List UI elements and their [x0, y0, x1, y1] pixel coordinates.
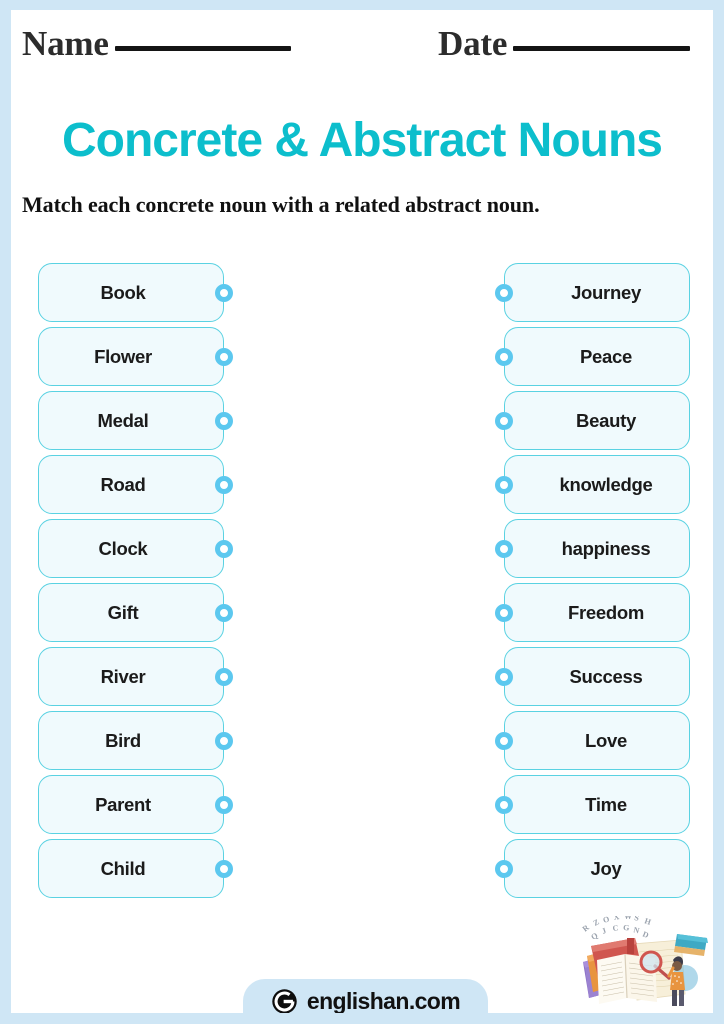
connector-dot-icon[interactable]	[215, 795, 233, 814]
concrete-noun-item[interactable]: Book	[38, 263, 233, 322]
svg-text:H: H	[643, 916, 652, 927]
pill-label: River	[100, 665, 146, 687]
pill-label: Success	[569, 665, 643, 687]
abstract-noun-item[interactable]: knowledge	[495, 455, 690, 514]
svg-text:D: D	[641, 930, 650, 941]
pill-label: happiness	[561, 537, 651, 559]
worksheet-instructions: Match each concrete noun with a related …	[22, 192, 540, 217]
abstract-nouns-column: Journey Peace Beauty knowledge happiness	[495, 263, 690, 898]
abstract-noun-item[interactable]: Joy	[495, 839, 690, 898]
connector-dot-icon[interactable]	[495, 795, 513, 814]
svg-text:Z: Z	[592, 917, 601, 927]
svg-text:X: X	[613, 916, 620, 922]
connector-dot-icon[interactable]	[495, 283, 513, 302]
worksheet-title: Concrete & Abstract Nouns	[62, 114, 663, 167]
name-write-line[interactable]	[114, 46, 291, 51]
brand-name: englishan.com	[306, 987, 461, 1014]
pill-label: Book	[100, 281, 146, 303]
matching-area: Book Flower Medal Road Clock Gift River …	[11, 263, 713, 903]
abstract-noun-item[interactable]: Time	[495, 775, 690, 834]
connector-dot-icon[interactable]	[215, 539, 233, 558]
date-label: Date	[438, 24, 508, 63]
connector-dot-icon[interactable]	[495, 667, 513, 686]
svg-text:W: W	[624, 916, 632, 921]
connector-dot-icon[interactable]	[215, 731, 233, 750]
concrete-nouns-column: Book Flower Medal Road Clock Gift River …	[38, 263, 233, 898]
connector-dot-icon[interactable]	[495, 539, 513, 558]
pill-label: Time	[585, 793, 627, 815]
name-date-row: Name Date	[11, 22, 713, 74]
worksheet-page: Name Date Concrete & Abstract Nouns Matc…	[11, 10, 713, 1013]
pill-label: Journey	[571, 281, 641, 303]
englishan-e-logo-icon	[272, 988, 297, 1013]
date-field[interactable]: Date	[438, 22, 691, 66]
svg-text:S: S	[634, 916, 640, 923]
svg-text:C: C	[612, 923, 619, 933]
connector-dot-icon[interactable]	[215, 283, 233, 302]
pill-label: Freedom	[567, 601, 645, 623]
connector-dot-icon[interactable]	[495, 603, 513, 622]
abstract-noun-item[interactable]: Journey	[495, 263, 690, 322]
connector-dot-icon[interactable]	[495, 347, 513, 366]
concrete-noun-item[interactable]: Bird	[38, 711, 233, 770]
pill-label: Clock	[98, 537, 148, 559]
svg-text:R: R	[581, 923, 591, 934]
concrete-noun-item[interactable]: River	[38, 647, 233, 706]
concrete-noun-item[interactable]: Parent	[38, 775, 233, 834]
connector-dot-icon[interactable]	[215, 347, 233, 366]
pill-label: Bird	[105, 729, 141, 751]
svg-text:J: J	[601, 926, 608, 936]
concrete-noun-item[interactable]: Gift	[38, 583, 233, 642]
svg-text:Q: Q	[590, 931, 600, 942]
svg-text:O: O	[602, 916, 611, 925]
abstract-noun-item[interactable]: Peace	[495, 327, 690, 386]
connector-dot-icon[interactable]	[495, 731, 513, 750]
concrete-noun-item[interactable]: Medal	[38, 391, 233, 450]
abstract-noun-item[interactable]: Freedom	[495, 583, 690, 642]
name-label: Name	[22, 24, 109, 63]
brand-footer-badge[interactable]: englishan.com	[243, 979, 488, 1013]
pill-label: Love	[585, 729, 627, 751]
connector-dot-icon[interactable]	[215, 667, 233, 686]
worksheet-frame: Name Date Concrete & Abstract Nouns Matc…	[0, 0, 724, 1024]
svg-text:G: G	[623, 923, 630, 932]
pill-label: Medal	[97, 409, 149, 431]
abstract-noun-item[interactable]: Success	[495, 647, 690, 706]
books-and-magnifying-glass-illustration: R Z O X W S H Q J C G N D	[573, 916, 713, 1013]
pill-label: Child	[100, 857, 146, 879]
pill-label: Beauty	[576, 409, 636, 431]
pill-label: knowledge	[559, 473, 653, 495]
connector-dot-icon[interactable]	[495, 859, 513, 878]
name-field[interactable]: Name	[22, 22, 291, 66]
concrete-noun-item[interactable]: Flower	[38, 327, 233, 386]
connector-dot-icon[interactable]	[215, 475, 233, 494]
concrete-noun-item[interactable]: Road	[38, 455, 233, 514]
pill-label: Parent	[95, 793, 151, 815]
pill-label: Flower	[94, 345, 152, 367]
connector-dot-icon[interactable]	[215, 603, 233, 622]
connector-dot-icon[interactable]	[215, 411, 233, 430]
pill-label: Peace	[580, 345, 632, 367]
concrete-noun-item[interactable]: Child	[38, 839, 233, 898]
concrete-noun-item[interactable]: Clock	[38, 519, 233, 578]
abstract-noun-item[interactable]: Love	[495, 711, 690, 770]
connector-dot-icon[interactable]	[215, 859, 233, 878]
connector-dot-icon[interactable]	[495, 411, 513, 430]
date-write-line[interactable]	[513, 46, 691, 51]
pill-label: Road	[100, 473, 146, 495]
abstract-noun-item[interactable]: Beauty	[495, 391, 690, 450]
pill-label: Gift	[107, 601, 139, 623]
connector-dot-icon[interactable]	[495, 475, 513, 494]
abstract-noun-item[interactable]: happiness	[495, 519, 690, 578]
pill-label: Joy	[590, 857, 622, 879]
svg-text:N: N	[633, 925, 641, 935]
